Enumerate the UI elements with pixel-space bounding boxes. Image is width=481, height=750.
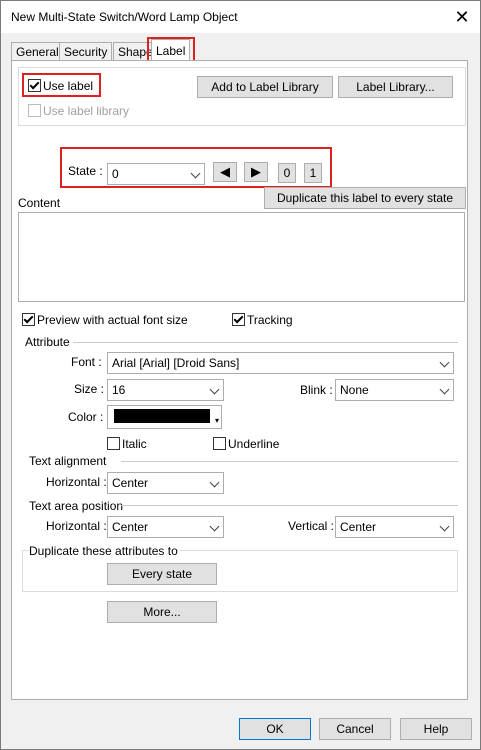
text-area-vertical-select[interactable]: Center — [335, 516, 454, 538]
label-library-button[interactable]: Label Library... — [338, 76, 453, 98]
font-select[interactable]: Arial [Arial] [Droid Sans] — [107, 352, 454, 374]
prev-state-button[interactable]: ◀ — [213, 162, 237, 182]
next-state-button[interactable]: ▶ — [244, 162, 268, 182]
text-alignment-divider — [121, 461, 458, 462]
tab-general-label: General — [16, 45, 59, 59]
duplicate-label-button[interactable]: Duplicate this label to every state — [264, 187, 466, 209]
tab-general[interactable]: General — [11, 42, 64, 61]
text-area-horizontal-label: Horizontal : — [46, 519, 107, 533]
content-label: Content — [18, 196, 61, 210]
ok-button[interactable]: OK — [239, 718, 311, 740]
help-button[interactable]: Help — [400, 718, 472, 740]
text-area-position-divider — [121, 505, 458, 506]
use-label-library-checkbox[interactable] — [28, 104, 41, 117]
title-bar: New Multi-State Switch/Word Lamp Object … — [1, 1, 480, 33]
state-select[interactable]: 0 — [107, 163, 205, 185]
color-picker[interactable]: ▾ — [107, 405, 222, 429]
size-label: Size : — [74, 382, 105, 396]
triangle-right-icon: ▶ — [251, 164, 261, 179]
text-alignment-horizontal-value: Center — [112, 476, 149, 490]
size-select[interactable]: 16 — [107, 379, 224, 401]
chevron-down-icon — [209, 477, 220, 488]
dropdown-arrow-icon: ▾ — [214, 416, 219, 425]
tracking-label: Tracking — [247, 313, 293, 327]
preview-checkbox[interactable] — [22, 313, 35, 326]
size-select-value: 16 — [112, 383, 126, 397]
state-0-button[interactable]: 0 — [278, 163, 296, 183]
window-title: New Multi-State Switch/Word Lamp Object — [11, 10, 238, 24]
chevron-down-icon — [209, 521, 220, 532]
font-select-value: Arial [Arial] [Droid Sans] — [112, 356, 240, 370]
text-alignment-horizontal-label: Horizontal : — [46, 475, 107, 489]
attribute-heading: Attribute — [25, 335, 70, 349]
blink-label: Blink : — [300, 383, 333, 397]
tab-security[interactable]: Security — [59, 42, 113, 61]
chevron-down-icon — [439, 384, 450, 395]
text-area-vertical-label: Vertical : — [288, 519, 335, 533]
use-label-highlight — [22, 73, 101, 97]
close-icon[interactable]: ✕ — [447, 3, 477, 31]
underline-checkbox[interactable] — [213, 437, 226, 450]
dialog-window: New Multi-State Switch/Word Lamp Object … — [0, 0, 481, 750]
preview-label: Preview with actual font size — [37, 313, 188, 327]
chevron-down-icon — [209, 384, 220, 395]
underline-label: Underline — [228, 437, 280, 451]
blink-select-value: None — [340, 383, 369, 397]
color-label: Color : — [68, 410, 104, 424]
text-area-horizontal-select[interactable]: Center — [107, 516, 224, 538]
more-button[interactable]: More... — [107, 601, 217, 623]
cancel-button[interactable]: Cancel — [319, 718, 391, 740]
attribute-divider — [73, 342, 458, 343]
every-state-button[interactable]: Every state — [107, 563, 217, 585]
tab-security-label: Security — [64, 45, 108, 59]
blink-select[interactable]: None — [335, 379, 454, 401]
state-label: State : — [68, 164, 103, 178]
italic-checkbox[interactable] — [107, 437, 120, 450]
chevron-down-icon — [439, 521, 450, 532]
chevron-down-icon — [439, 357, 450, 368]
state-select-value: 0 — [112, 167, 119, 181]
italic-label: Italic — [122, 437, 147, 451]
text-alignment-horizontal-select[interactable]: Center — [107, 472, 224, 494]
state-1-button[interactable]: 1 — [304, 163, 322, 183]
text-area-position-heading: Text area position — [29, 499, 124, 513]
content-textarea[interactable] — [18, 212, 465, 302]
triangle-left-icon: ◀ — [220, 164, 230, 179]
color-swatch — [114, 409, 210, 423]
duplicate-attributes-heading: Duplicate these attributes to — [29, 544, 180, 558]
add-to-label-library-button[interactable]: Add to Label Library — [197, 76, 333, 98]
chevron-down-icon — [190, 168, 201, 179]
text-area-horizontal-value: Center — [112, 520, 149, 534]
text-alignment-heading: Text alignment — [29, 454, 107, 468]
font-label: Font : — [71, 355, 102, 369]
tracking-checkbox[interactable] — [232, 313, 245, 326]
use-label-library-text: Use label library — [43, 104, 130, 118]
text-area-vertical-value: Center — [340, 520, 377, 534]
